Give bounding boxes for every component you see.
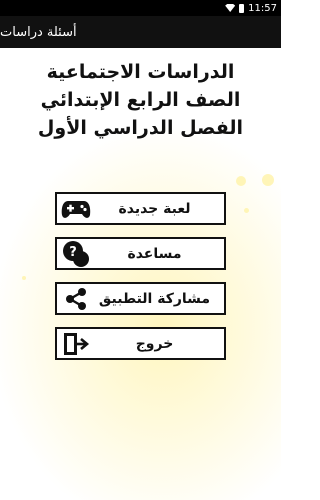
exit-label: خروج (135, 335, 174, 352)
battery-icon (239, 3, 245, 13)
paint-splash (262, 174, 274, 186)
share-app-label: مشاركة التطبيق (98, 290, 211, 307)
exit-icon (61, 331, 91, 357)
help-icon: ? (61, 240, 91, 267)
new-game-label: لعبة جديدة (118, 200, 191, 217)
app-title: أسئلة دراسات (0, 24, 77, 40)
status-time: 11:57 (248, 2, 277, 14)
title-line-grade: الصف الرابع الإبتدائي (40, 89, 241, 111)
wifi-icon (225, 4, 236, 12)
help-label: مساعدة (127, 245, 182, 262)
new-game-button[interactable]: لعبة جديدة (55, 192, 226, 225)
status-bar: 11:57 (0, 0, 281, 16)
title-line-term: الفصل الدراسي الأول (37, 117, 244, 139)
help-button[interactable]: ? مساعدة (55, 237, 226, 270)
paint-splash (22, 276, 26, 280)
page-title: الدراسات الاجتماعية الصف الرابع الإبتدائ… (8, 58, 273, 142)
svg-text:?: ? (69, 245, 77, 260)
paint-splash (244, 208, 249, 213)
gamepad-icon (61, 196, 91, 222)
main-content: الدراسات الاجتماعية الصف الرابع الإبتدائ… (0, 48, 281, 500)
exit-button[interactable]: خروج (55, 327, 226, 360)
paint-splash (236, 176, 246, 186)
share-icon (61, 286, 91, 312)
title-line-subject: الدراسات الاجتماعية (46, 61, 235, 83)
share-app-button[interactable]: مشاركة التطبيق (55, 282, 226, 315)
app-bar: أسئلة دراسات (0, 16, 281, 48)
